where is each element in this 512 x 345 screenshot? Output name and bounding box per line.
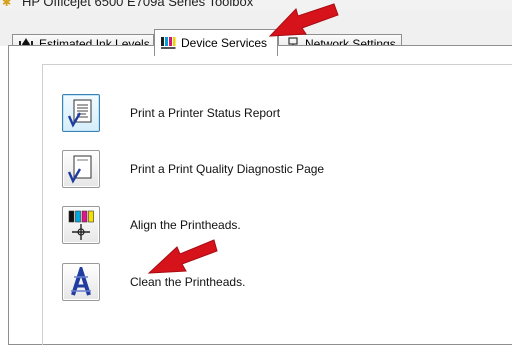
tab-label: Device Services	[181, 36, 268, 50]
ink-cartridges-icon	[161, 37, 176, 49]
title-bar: ✱ HP Officejet 6500 E709a Series Toolbox	[0, 0, 512, 10]
window-title: HP Officejet 6500 E709a Series Toolbox	[22, 0, 254, 9]
action-label: Align the Printheads.	[130, 218, 241, 232]
action-label: Print a Printer Status Report	[130, 106, 281, 120]
printer-status-report-button[interactable]	[62, 94, 100, 132]
clean-printheads-button[interactable]	[62, 263, 100, 301]
red-arrow-icon	[268, 3, 339, 37]
status-report-icon	[67, 99, 92, 128]
action-printer-status-report[interactable]: Print a Printer Status Report	[62, 94, 280, 132]
action-print-quality-diagnostic[interactable]: Print a Print Quality Diagnostic Page	[62, 150, 324, 188]
tab-device-services[interactable]: Device Services	[154, 29, 278, 56]
clean-printheads-icon	[71, 267, 91, 296]
action-label: Print a Print Quality Diagnostic Page	[130, 162, 325, 176]
align-printheads-button[interactable]	[62, 206, 100, 244]
diagnostic-page-icon	[67, 155, 92, 184]
align-printheads-icon	[68, 210, 94, 240]
print-quality-diagnostic-button[interactable]	[62, 150, 100, 188]
red-arrow-icon	[147, 239, 218, 274]
tab-strip: Estimated Ink Levels Device Services Net…	[0, 10, 512, 56]
hp-app-icon: ✱	[2, 0, 12, 9]
